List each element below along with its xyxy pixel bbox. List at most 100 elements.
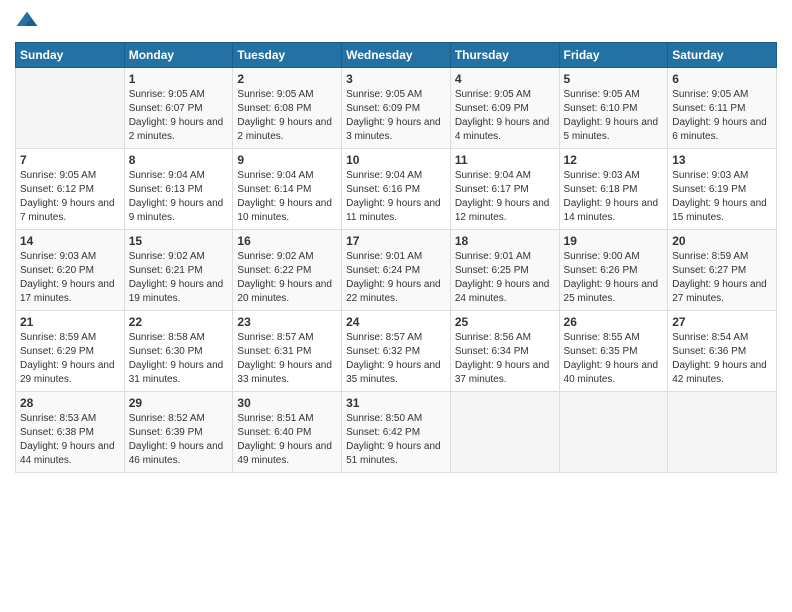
sunset-text: Sunset: 6:25 PM (455, 264, 555, 278)
day-number: 29 (129, 396, 229, 410)
calendar-cell: 15 Sunrise: 9:02 AM Sunset: 6:21 PM Dayl… (124, 230, 233, 311)
daylight-text: Daylight: 9 hours and 12 minutes. (455, 197, 555, 225)
sunset-text: Sunset: 6:07 PM (129, 102, 229, 116)
day-info: Sunrise: 9:05 AM Sunset: 6:09 PM Dayligh… (455, 88, 555, 144)
day-number: 8 (129, 153, 229, 167)
daylight-text: Daylight: 9 hours and 11 minutes. (346, 197, 446, 225)
daylight-text: Daylight: 9 hours and 42 minutes. (672, 359, 772, 387)
sunrise-text: Sunrise: 8:58 AM (129, 331, 229, 345)
sunrise-text: Sunrise: 8:51 AM (237, 412, 337, 426)
daylight-text: Daylight: 9 hours and 4 minutes. (455, 116, 555, 144)
day-info: Sunrise: 9:03 AM Sunset: 6:19 PM Dayligh… (672, 169, 772, 225)
calendar-cell: 14 Sunrise: 9:03 AM Sunset: 6:20 PM Dayl… (16, 230, 125, 311)
daylight-text: Daylight: 9 hours and 27 minutes. (672, 278, 772, 306)
daylight-text: Daylight: 9 hours and 33 minutes. (237, 359, 337, 387)
daylight-text: Daylight: 9 hours and 20 minutes. (237, 278, 337, 306)
sunrise-text: Sunrise: 9:00 AM (564, 250, 664, 264)
calendar-cell: 28 Sunrise: 8:53 AM Sunset: 6:38 PM Dayl… (16, 392, 125, 473)
sunrise-text: Sunrise: 8:52 AM (129, 412, 229, 426)
sunrise-text: Sunrise: 9:04 AM (237, 169, 337, 183)
calendar-cell (450, 392, 559, 473)
daylight-text: Daylight: 9 hours and 44 minutes. (20, 440, 120, 468)
calendar-cell: 24 Sunrise: 8:57 AM Sunset: 6:32 PM Dayl… (342, 311, 451, 392)
day-number: 20 (672, 234, 772, 248)
sunset-text: Sunset: 6:20 PM (20, 264, 120, 278)
sunrise-text: Sunrise: 8:59 AM (20, 331, 120, 345)
weekday-header: Friday (559, 43, 668, 68)
sunrise-text: Sunrise: 8:53 AM (20, 412, 120, 426)
sunrise-text: Sunrise: 8:59 AM (672, 250, 772, 264)
sunset-text: Sunset: 6:12 PM (20, 183, 120, 197)
sunrise-text: Sunrise: 8:57 AM (237, 331, 337, 345)
day-info: Sunrise: 8:58 AM Sunset: 6:30 PM Dayligh… (129, 331, 229, 387)
day-info: Sunrise: 9:01 AM Sunset: 6:24 PM Dayligh… (346, 250, 446, 306)
sunrise-text: Sunrise: 9:04 AM (346, 169, 446, 183)
day-info: Sunrise: 9:04 AM Sunset: 6:16 PM Dayligh… (346, 169, 446, 225)
calendar-cell: 13 Sunrise: 9:03 AM Sunset: 6:19 PM Dayl… (668, 149, 777, 230)
day-number: 3 (346, 72, 446, 86)
day-info: Sunrise: 9:05 AM Sunset: 6:10 PM Dayligh… (564, 88, 664, 144)
day-info: Sunrise: 8:57 AM Sunset: 6:31 PM Dayligh… (237, 331, 337, 387)
calendar-cell: 30 Sunrise: 8:51 AM Sunset: 6:40 PM Dayl… (233, 392, 342, 473)
day-number: 16 (237, 234, 337, 248)
day-info: Sunrise: 8:50 AM Sunset: 6:42 PM Dayligh… (346, 412, 446, 468)
day-number: 9 (237, 153, 337, 167)
day-info: Sunrise: 8:53 AM Sunset: 6:38 PM Dayligh… (20, 412, 120, 468)
daylight-text: Daylight: 9 hours and 49 minutes. (237, 440, 337, 468)
main-container: SundayMondayTuesdayWednesdayThursdayFrid… (0, 0, 792, 612)
calendar-cell: 26 Sunrise: 8:55 AM Sunset: 6:35 PM Dayl… (559, 311, 668, 392)
sunrise-text: Sunrise: 9:02 AM (129, 250, 229, 264)
sunset-text: Sunset: 6:11 PM (672, 102, 772, 116)
calendar-cell: 25 Sunrise: 8:56 AM Sunset: 6:34 PM Dayl… (450, 311, 559, 392)
weekday-header: Tuesday (233, 43, 342, 68)
sunset-text: Sunset: 6:19 PM (672, 183, 772, 197)
sunset-text: Sunset: 6:34 PM (455, 345, 555, 359)
sunrise-text: Sunrise: 9:05 AM (672, 88, 772, 102)
sunset-text: Sunset: 6:18 PM (564, 183, 664, 197)
sunrise-text: Sunrise: 9:04 AM (129, 169, 229, 183)
sunset-text: Sunset: 6:16 PM (346, 183, 446, 197)
sunrise-text: Sunrise: 9:03 AM (672, 169, 772, 183)
day-info: Sunrise: 9:05 AM Sunset: 6:08 PM Dayligh… (237, 88, 337, 144)
header (15, 10, 777, 34)
sunset-text: Sunset: 6:13 PM (129, 183, 229, 197)
weekday-header: Monday (124, 43, 233, 68)
daylight-text: Daylight: 9 hours and 31 minutes. (129, 359, 229, 387)
calendar-cell: 22 Sunrise: 8:58 AM Sunset: 6:30 PM Dayl… (124, 311, 233, 392)
calendar-cell: 23 Sunrise: 8:57 AM Sunset: 6:31 PM Dayl… (233, 311, 342, 392)
day-info: Sunrise: 9:04 AM Sunset: 6:13 PM Dayligh… (129, 169, 229, 225)
day-info: Sunrise: 9:05 AM Sunset: 6:07 PM Dayligh… (129, 88, 229, 144)
day-number: 2 (237, 72, 337, 86)
calendar-cell: 4 Sunrise: 9:05 AM Sunset: 6:09 PM Dayli… (450, 68, 559, 149)
calendar-body: 1 Sunrise: 9:05 AM Sunset: 6:07 PM Dayli… (16, 68, 777, 473)
calendar-cell: 17 Sunrise: 9:01 AM Sunset: 6:24 PM Dayl… (342, 230, 451, 311)
sunrise-text: Sunrise: 9:05 AM (346, 88, 446, 102)
weekday-header: Saturday (668, 43, 777, 68)
calendar-week-row: 1 Sunrise: 9:05 AM Sunset: 6:07 PM Dayli… (16, 68, 777, 149)
sunset-text: Sunset: 6:31 PM (237, 345, 337, 359)
sunset-text: Sunset: 6:35 PM (564, 345, 664, 359)
logo-icon (15, 10, 39, 34)
daylight-text: Daylight: 9 hours and 51 minutes. (346, 440, 446, 468)
weekday-header: Sunday (16, 43, 125, 68)
daylight-text: Daylight: 9 hours and 46 minutes. (129, 440, 229, 468)
daylight-text: Daylight: 9 hours and 22 minutes. (346, 278, 446, 306)
sunrise-text: Sunrise: 9:04 AM (455, 169, 555, 183)
day-number: 4 (455, 72, 555, 86)
calendar-cell: 8 Sunrise: 9:04 AM Sunset: 6:13 PM Dayli… (124, 149, 233, 230)
day-number: 22 (129, 315, 229, 329)
calendar-cell: 11 Sunrise: 9:04 AM Sunset: 6:17 PM Dayl… (450, 149, 559, 230)
day-number: 26 (564, 315, 664, 329)
calendar-cell: 27 Sunrise: 8:54 AM Sunset: 6:36 PM Dayl… (668, 311, 777, 392)
day-info: Sunrise: 8:52 AM Sunset: 6:39 PM Dayligh… (129, 412, 229, 468)
day-info: Sunrise: 9:04 AM Sunset: 6:17 PM Dayligh… (455, 169, 555, 225)
logo (15, 10, 43, 34)
sunset-text: Sunset: 6:22 PM (237, 264, 337, 278)
day-info: Sunrise: 8:59 AM Sunset: 6:29 PM Dayligh… (20, 331, 120, 387)
calendar-cell (16, 68, 125, 149)
sunrise-text: Sunrise: 9:05 AM (237, 88, 337, 102)
daylight-text: Daylight: 9 hours and 37 minutes. (455, 359, 555, 387)
daylight-text: Daylight: 9 hours and 29 minutes. (20, 359, 120, 387)
day-number: 18 (455, 234, 555, 248)
day-number: 21 (20, 315, 120, 329)
